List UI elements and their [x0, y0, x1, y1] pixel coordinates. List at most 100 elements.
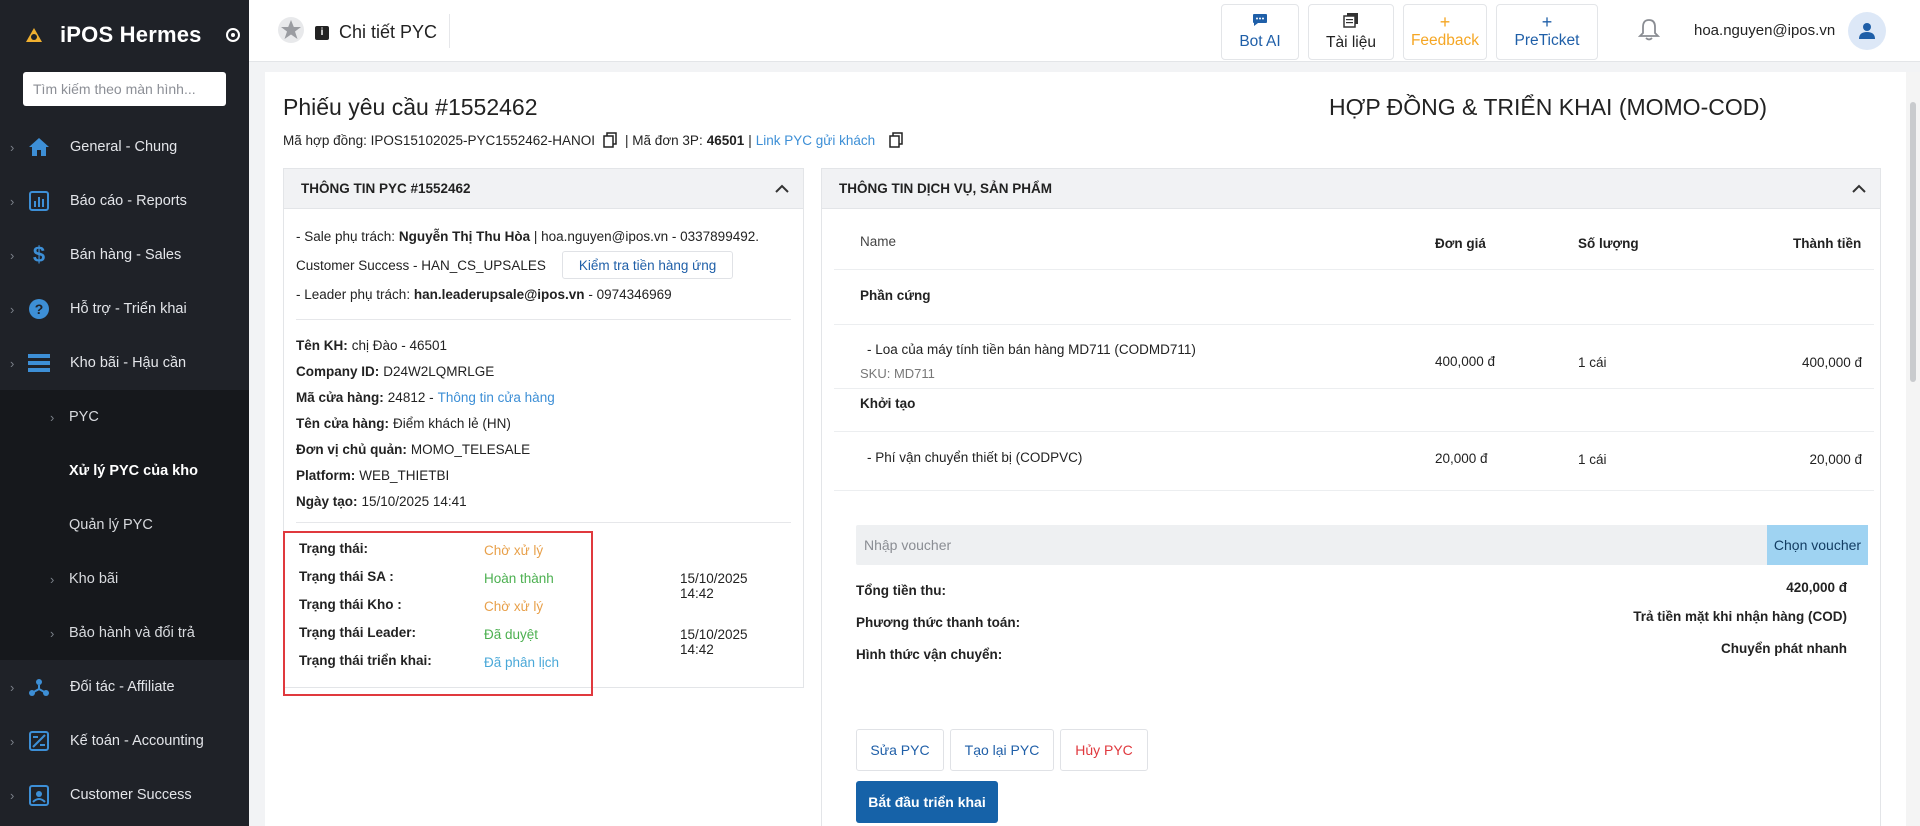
docs-icon [1343, 12, 1359, 32]
field-value: MOMO_TELESALE [410, 441, 531, 457]
sidebar-subitem-manage-pyc[interactable]: Quản lý PYC [0, 498, 249, 552]
field-company-id: Company ID: D24W2LQMRLGE [296, 358, 791, 384]
plus-icon: + [1541, 12, 1553, 32]
sidebar-search-input[interactable] [23, 72, 226, 106]
sale-label: - Sale phụ trách: [296, 228, 396, 244]
table-divider [834, 431, 1874, 432]
chat-icon [1252, 13, 1268, 31]
preticket-button[interactable]: + PreTicket [1496, 4, 1598, 60]
chevron-right-icon: › [10, 193, 15, 209]
avatar[interactable] [1848, 12, 1886, 50]
item-total: 20,000 đ [1809, 452, 1862, 467]
item-price: 400,000 đ [1435, 354, 1496, 369]
leader-label: - Leader phụ trách: [296, 286, 411, 302]
cs-text: Customer Success - HAN_CS_UPSALES [296, 257, 546, 273]
sidebar-item-general[interactable]: › General - Chung [0, 120, 249, 174]
sidebar-subitem-warehouse-pyc[interactable]: Xử lý PYC của kho [0, 444, 249, 498]
feedback-button[interactable]: + Feedback [1403, 4, 1487, 60]
sidebar-item-label: Kho bãi - Hậu cần [70, 355, 187, 371]
contract-code: Mã hợp đồng: IPOS15102025-PYC1552462-HAN… [283, 132, 596, 148]
chevron-right-icon: › [10, 679, 15, 695]
page-title-top: Chi tiết PYC [339, 22, 438, 42]
sidebar-subitem-warehouse[interactable]: › Kho bãi [0, 552, 249, 606]
sidebar-item-label: General - Chung [70, 139, 178, 155]
chevron-up-icon[interactable] [775, 181, 789, 197]
plus-icon: + [1439, 12, 1451, 32]
chevron-right-icon: › [10, 787, 15, 803]
chevron-down-icon: › [10, 355, 15, 371]
warehouse-icon [26, 350, 52, 376]
docs-button[interactable]: Tài liệu [1308, 4, 1394, 60]
copy-icon[interactable] [603, 132, 617, 148]
service-info-panel: THÔNG TIN DỊCH VỤ, SẢN PHẨM Name Đơn giá… [821, 168, 1881, 826]
field-platform: Platform: WEB_THIETBI [296, 462, 791, 488]
sidebar-item-accounting[interactable]: › Kế toán - Accounting [0, 714, 249, 768]
sidebar-item-affiliate[interactable]: › Đối tác - Affiliate [0, 660, 249, 714]
target-icon[interactable] [225, 28, 240, 42]
customer-link[interactable]: Link PYC gửi khách [756, 133, 875, 148]
cs-row: Customer Success - HAN_CS_UPSALES Kiểm t… [296, 249, 791, 281]
field-owner-unit: Đơn vị chủ quản: MOMO_TELESALE [296, 436, 791, 462]
pyc-info-header[interactable]: THÔNG TIN PYC #1552462 [284, 169, 803, 209]
sidebar-item-reports[interactable]: › Báo cáo - Reports [0, 174, 249, 228]
column-header-price: Đơn giá [1435, 236, 1486, 251]
sidebar-item-label: Customer Success [70, 787, 192, 803]
separator: | [748, 132, 752, 148]
chevron-right-icon: › [10, 733, 15, 749]
bell-icon[interactable] [1637, 18, 1661, 45]
field-label: Ngày tạo: [296, 493, 358, 509]
user-email[interactable]: hoa.nguyen@ipos.vn [1694, 22, 1835, 39]
field-store-name: Tên cửa hàng: Điểm khách lẻ (HN) [296, 410, 791, 436]
sidebar-subitem-label: Kho bãi [69, 571, 119, 587]
sidebar-item-label: Bán hàng - Sales [70, 247, 182, 263]
sidebar-subitem-label: Bảo hành và đổi trả [69, 625, 195, 641]
edit-pyc-button[interactable]: Sửa PYC [856, 729, 944, 771]
topbar-divider [449, 14, 450, 48]
bot-ai-button[interactable]: Bot AI [1221, 4, 1299, 60]
chevron-right-icon: › [10, 301, 15, 317]
sidebar-item-customer-success[interactable]: › Customer Success [0, 768, 249, 822]
table-divider [834, 388, 1874, 389]
sidebar-item-label: Báo cáo - Reports [70, 193, 187, 209]
shipping-method-value: Chuyển phát nhanh [1721, 641, 1847, 656]
sidebar-item-label: Đối tác - Affiliate [70, 679, 175, 695]
copy-icon[interactable] [889, 132, 903, 148]
status-label: Trạng thái: [299, 541, 369, 556]
main-content: Phiếu yêu cầu #1552462 HỢP ĐỒNG & TRIỂN … [265, 72, 1920, 826]
star-icon [277, 16, 305, 49]
sidebar-item-sales[interactable]: › $ Bán hàng - Sales [0, 228, 249, 282]
recreate-pyc-button[interactable]: Tạo lại PYC [950, 729, 1054, 771]
help-icon: ? [26, 296, 52, 322]
cancel-pyc-button[interactable]: Hủy PYC [1060, 729, 1148, 771]
field-label: Company ID: [296, 363, 380, 379]
status-value: Đã duyệt [484, 627, 539, 642]
item-name: - Loa của máy tính tiền bán hàng MD711 (… [867, 342, 1196, 357]
start-deployment-button[interactable]: Bắt đầu triển khai [856, 781, 998, 823]
column-header-qty: Số lượng [1578, 236, 1639, 251]
field-label: Platform: [296, 467, 356, 483]
store-info-link[interactable]: Thông tin cửa hàng [438, 390, 555, 405]
item-qty: 1 cái [1578, 355, 1607, 370]
status-label: Trạng thái Kho : [299, 597, 402, 612]
chevron-right-icon: › [50, 625, 55, 641]
order-3p-value: 46501 [706, 132, 745, 148]
chevron-up-icon[interactable] [1852, 181, 1866, 197]
service-info-header[interactable]: THÔNG TIN DỊCH VỤ, SẢN PHẨM [822, 169, 1880, 209]
sidebar-subitem-warranty[interactable]: › Bảo hành và đổi trả [0, 606, 249, 660]
scrollbar-thumb[interactable] [1910, 102, 1916, 382]
page-scrollbar[interactable] [1906, 72, 1920, 826]
sidebar-subitem-pyc[interactable]: › PYC [0, 390, 249, 444]
affiliate-icon [26, 674, 52, 700]
sale-contact: | hoa.nguyen@ipos.vn - 0337899492. [533, 228, 759, 244]
field-customer: Tên KH: chị Đào - 46501 [296, 332, 791, 358]
sidebar-item-support[interactable]: › ? Hỗ trợ - Triển khai [0, 282, 249, 336]
column-header-name: Name [860, 234, 897, 249]
docs-label: Tài liệu [1326, 34, 1376, 51]
voucher-input[interactable] [856, 525, 1767, 565]
table-divider [834, 324, 1874, 325]
choose-voucher-button[interactable]: Chọn voucher [1767, 525, 1868, 565]
customer-success-icon [26, 782, 52, 808]
check-advance-button[interactable]: Kiểm tra tiền hàng ứng [561, 251, 734, 279]
item-sku: SKU: MD711 [860, 366, 935, 381]
sidebar-item-warehouse[interactable]: › Kho bãi - Hậu cần [0, 336, 249, 390]
